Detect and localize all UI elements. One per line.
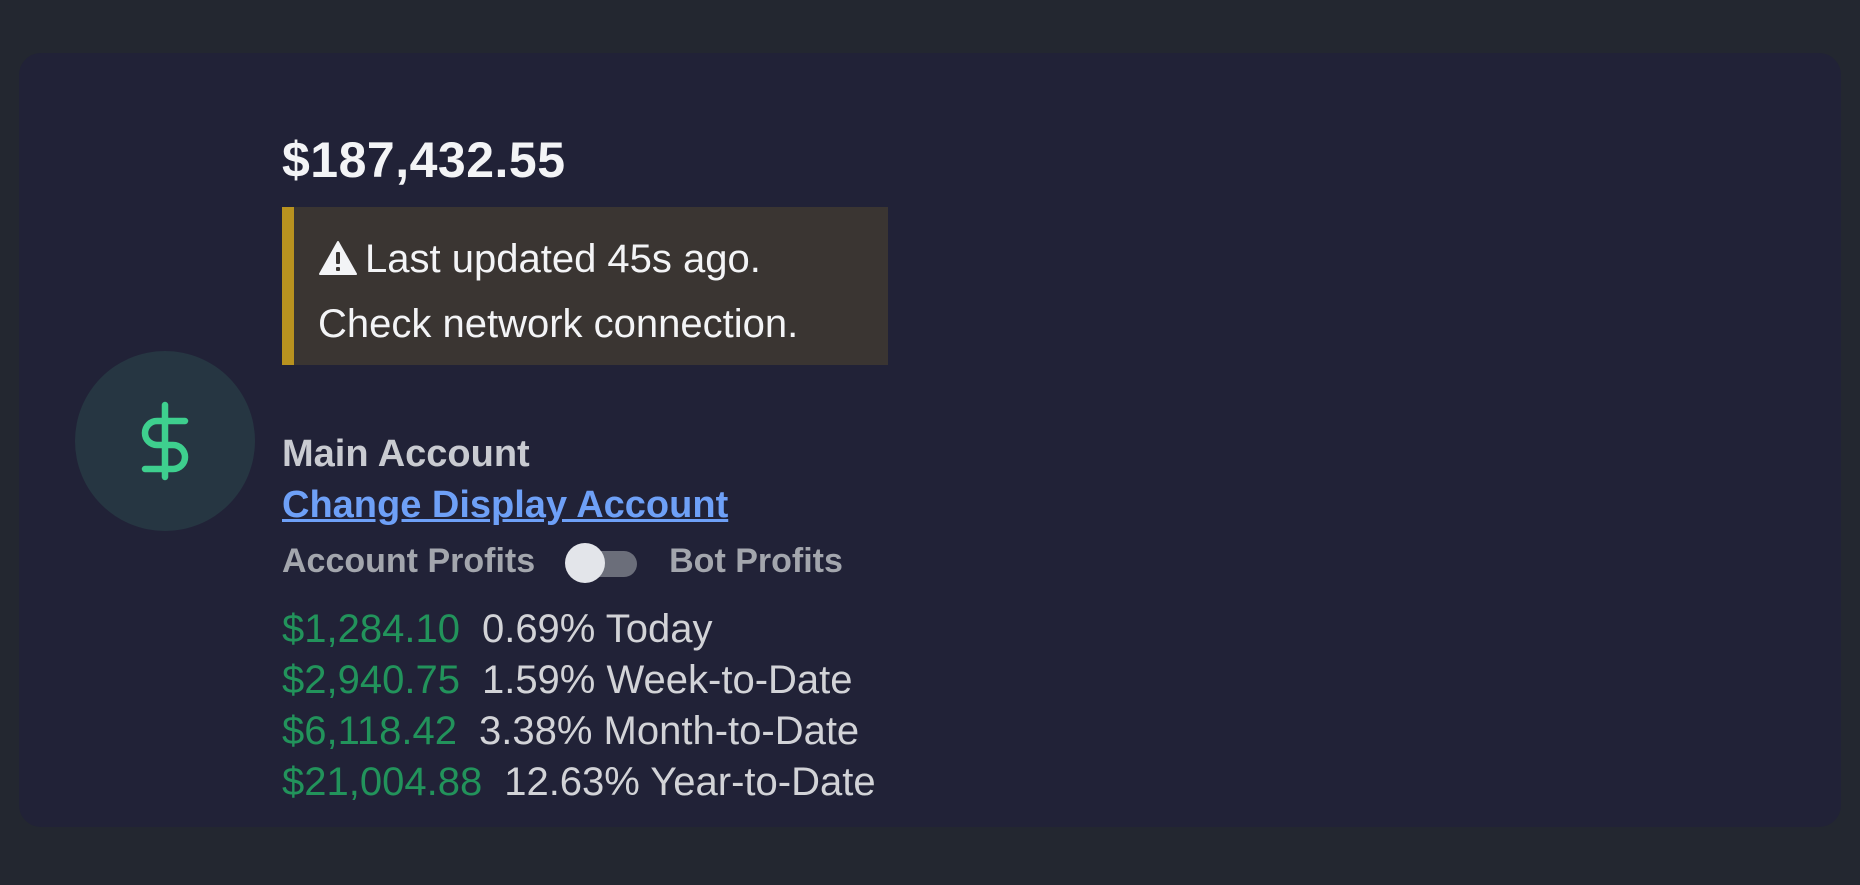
profit-percent-label: 1.59% Week-to-Date bbox=[481, 658, 853, 702]
profit-amount: $1,284.10 bbox=[282, 607, 460, 651]
dollar-icon bbox=[141, 401, 189, 481]
account-summary: $187,432.55 Last updated 45s ago. Check … bbox=[282, 128, 902, 804]
profit-row-year: $21,004.88 12.63% Year-to-Date bbox=[282, 757, 876, 808]
account-balance: $187,432.55 bbox=[282, 132, 566, 188]
warning-message-line2: Check network connection. bbox=[318, 302, 799, 346]
profit-amount: $2,940.75 bbox=[282, 658, 460, 702]
account-profits-label: Account Profits bbox=[282, 541, 536, 580]
bot-profits-label: Bot Profits bbox=[669, 541, 843, 580]
profit-percent-label: 0.69% Today bbox=[481, 607, 713, 651]
profit-mode-toggle-row: Account Profits Bot Profits bbox=[282, 541, 843, 583]
profit-percent-label: 12.63% Year-to-Date bbox=[504, 760, 876, 804]
account-name: Main Account bbox=[282, 433, 530, 475]
profit-row-week: $2,940.75 1.59% Week-to-Date bbox=[282, 655, 876, 706]
stale-data-warning: Last updated 45s ago. Check network conn… bbox=[282, 207, 888, 365]
switch-knob bbox=[565, 543, 606, 583]
warning-triangle-icon bbox=[319, 240, 357, 275]
profit-mode-switch[interactable] bbox=[565, 541, 638, 583]
warning-message-line1: Last updated 45s ago. bbox=[365, 237, 761, 281]
change-display-account-link[interactable]: Change Display Account bbox=[282, 482, 728, 528]
profit-percent-label: 3.38% Month-to-Date bbox=[478, 709, 860, 753]
account-card: $187,432.55 Last updated 45s ago. Check … bbox=[19, 53, 1841, 827]
profits-list: $1,284.10 0.69% Today $2,940.75 1.59% Week… bbox=[282, 604, 876, 808]
account-avatar bbox=[75, 351, 255, 531]
profit-amount: $6,118.42 bbox=[282, 709, 457, 753]
profit-amount: $21,004.88 bbox=[282, 760, 483, 804]
profit-row-month: $6,118.42 3.38% Month-to-Date bbox=[282, 706, 876, 757]
profit-row-today: $1,284.10 0.69% Today bbox=[282, 604, 876, 655]
